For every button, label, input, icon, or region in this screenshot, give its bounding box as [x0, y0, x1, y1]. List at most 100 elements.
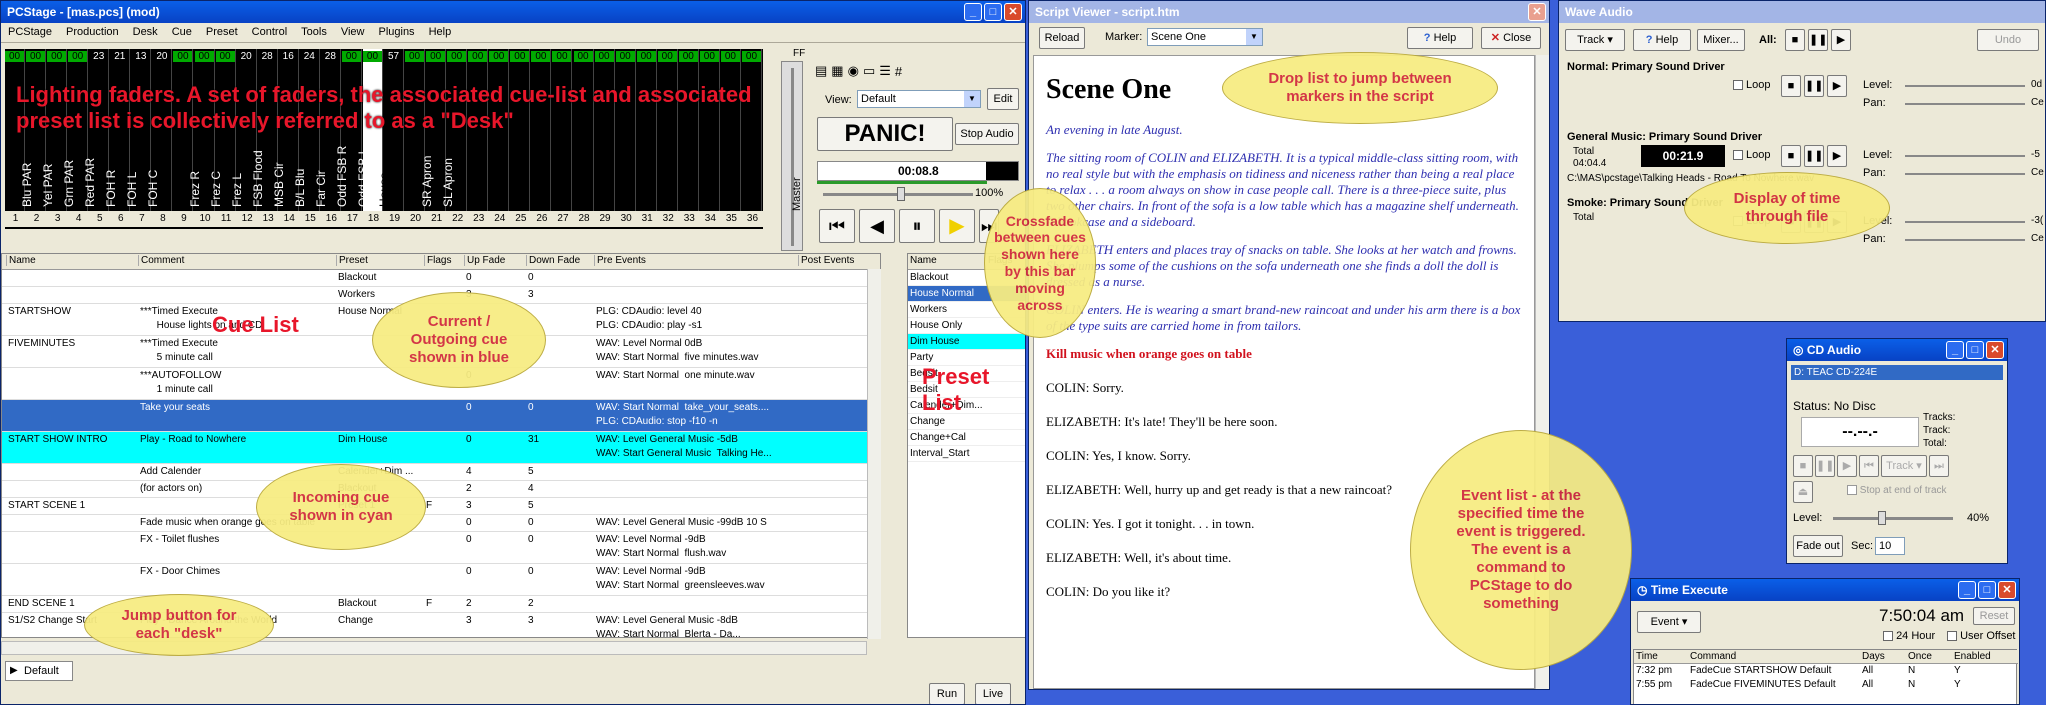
menu-item-help[interactable]: Help: [422, 23, 459, 42]
minimize-icon[interactable]: _: [1946, 341, 1964, 359]
maximize-icon[interactable]: □: [1978, 581, 1996, 599]
cue-row[interactable]: START SHOW INTRO Play - Road to Nowhere Di…: [2, 432, 868, 464]
event-button[interactable]: Event ▾: [1637, 611, 1701, 633]
next-track-icon[interactable]: ⏭: [1929, 455, 1949, 477]
close-icon[interactable]: ✕: [1986, 341, 2004, 359]
cue-column-header[interactable]: Post Events: [798, 255, 868, 266]
minimize-icon[interactable]: _: [964, 3, 982, 21]
help-button[interactable]: ? Help: [1407, 27, 1473, 49]
loop-checkbox[interactable]: Loop: [1733, 149, 1770, 161]
chevron-down-icon[interactable]: ▼: [964, 91, 980, 107]
menu-item-cue[interactable]: Cue: [165, 23, 199, 42]
reload-button[interactable]: Reload: [1039, 27, 1085, 49]
window-icon[interactable]: ▭: [863, 63, 875, 79]
preset-row[interactable]: Dim House: [908, 334, 1025, 350]
loop-checkbox[interactable]: Loop: [1733, 79, 1770, 91]
cue-column-header[interactable]: Up Fade: [464, 255, 524, 266]
fade-out-button[interactable]: Fade out: [1793, 535, 1843, 557]
cue-row[interactable]: Fade music when orange goes on table 0 0 WA…: [2, 515, 868, 532]
pan-slider[interactable]: [1905, 239, 2025, 241]
maximize-icon[interactable]: □: [1966, 341, 1984, 359]
minimize-icon[interactable]: _: [1958, 581, 1976, 599]
event-column-header[interactable]: Time: [1636, 651, 1658, 662]
cue-column-header[interactable]: Preset: [336, 255, 422, 266]
menu-item-preset[interactable]: Preset: [199, 23, 245, 42]
maximize-icon[interactable]: □: [984, 3, 1002, 21]
cd-track-button[interactable]: Track ▾: [1881, 455, 1927, 477]
eject-icon[interactable]: ⏏: [1793, 481, 1813, 503]
previous-track-icon[interactable]: ⏮: [1859, 455, 1879, 477]
pause-icon[interactable]: ❚❚: [1804, 145, 1824, 167]
cue-row[interactable]: FX - Toilet flushes 0 0 WAV: Level Normal -…: [2, 532, 868, 564]
fixture-icon[interactable]: ▦: [831, 63, 843, 79]
cd-drive-select[interactable]: D: TEAC CD-224E: [1791, 365, 2003, 380]
cue-row[interactable]: Blackout 0 0: [2, 270, 868, 287]
event-column-header[interactable]: Command: [1690, 651, 1736, 662]
go-icon[interactable]: ▶: [939, 209, 975, 243]
event-row[interactable]: 7:55 pm FadeCue FIVEMINUTES Default All N Y: [1634, 678, 2018, 692]
menu-item-plugins[interactable]: Plugins: [371, 23, 421, 42]
preset-column-header[interactable]: Name: [910, 255, 937, 266]
play-icon[interactable]: ▶: [1831, 29, 1851, 51]
eye-icon[interactable]: ◉: [848, 63, 859, 79]
pan-slider[interactable]: [1905, 173, 2025, 175]
previous-cue-icon[interactable]: ◀: [859, 209, 895, 243]
play-icon[interactable]: ▶: [1827, 145, 1847, 167]
grid-icon[interactable]: #: [895, 64, 902, 79]
pause-icon[interactable]: ❚❚: [1804, 75, 1824, 97]
menu-item-desk[interactable]: Desk: [126, 23, 165, 42]
play-icon[interactable]: ▶: [1827, 75, 1847, 97]
event-row[interactable]: 7:32 pm FadeCue STARTSHOW Default All N Y: [1634, 664, 2018, 678]
level-slider[interactable]: [1905, 85, 2025, 87]
pan-slider[interactable]: [1905, 103, 2025, 105]
cue-column-header[interactable]: Name: [6, 255, 136, 266]
event-column-header[interactable]: Days: [1862, 651, 1885, 662]
stop-icon[interactable]: ■: [1781, 145, 1801, 167]
mixer-button[interactable]: Mixer...: [1697, 29, 1745, 51]
menu-item-pcstage[interactable]: PCStage: [1, 23, 59, 42]
pause-icon[interactable]: ❚❚: [1815, 455, 1835, 477]
reset-button[interactable]: Reset: [1973, 607, 2015, 625]
sec-input[interactable]: 10: [1875, 537, 1905, 555]
event-column-header[interactable]: Once: [1908, 651, 1932, 662]
menu-item-view[interactable]: View: [334, 23, 372, 42]
close-icon[interactable]: ✕: [1528, 3, 1546, 21]
cue-row[interactable]: (for actors on)Blackout24: [2, 481, 868, 498]
stop-icon[interactable]: ■: [1781, 75, 1801, 97]
live-button[interactable]: Live: [975, 683, 1011, 704]
preset-row[interactable]: Change: [908, 414, 1025, 430]
script-titlebar[interactable]: Script Viewer - script.htm ✕: [1029, 1, 1549, 23]
stop-end-checkbox[interactable]: Stop at end of track: [1847, 485, 1947, 496]
h24-checkbox[interactable]: 24 Hour: [1883, 630, 1935, 642]
run-button[interactable]: Run: [929, 683, 965, 704]
cue-row[interactable]: Add CalenderCalender+Dim ...45: [2, 464, 868, 481]
event-column-header[interactable]: Enabled: [1954, 651, 1991, 662]
time-titlebar[interactable]: ◷ Time Execute _ □ ✕: [1631, 579, 2019, 601]
stop-audio-button[interactable]: Stop Audio: [955, 123, 1019, 145]
play-icon[interactable]: ▶: [1837, 455, 1857, 477]
menu-item-production[interactable]: Production: [59, 23, 126, 42]
pcstage-titlebar[interactable]: PCStage - [mas.pcs] (mod) _ □ ✕: [1, 1, 1025, 23]
close-button[interactable]: ✕ Close: [1481, 27, 1541, 49]
cue-row[interactable]: FX - Door Chimes 0 0 WAV: Level Normal -9dB…: [2, 564, 868, 596]
event-list[interactable]: Time Command Days Once Enabled 7:32 pm FadeCu…: [1633, 649, 2018, 704]
cd-level-thumb[interactable]: [1877, 511, 1886, 525]
close-icon[interactable]: ✕: [1004, 3, 1022, 21]
offset-checkbox[interactable]: User Offset: [1947, 630, 2016, 642]
level-slider[interactable]: [1905, 155, 2025, 157]
cue-column-header[interactable]: Flags: [424, 255, 464, 266]
track-dropdown-button[interactable]: Track ▾: [1565, 29, 1625, 51]
close-icon[interactable]: ✕: [1998, 581, 2016, 599]
edit-button[interactable]: Edit: [987, 88, 1019, 110]
cue-column-header[interactable]: Pre Events: [594, 255, 798, 266]
wave-help-button[interactable]: ? Help: [1633, 29, 1691, 51]
view-select[interactable]: Default ▼: [857, 90, 981, 108]
panic-button[interactable]: PANIC!: [817, 117, 953, 151]
wave-titlebar[interactable]: Wave Audio: [1559, 1, 2045, 23]
cd-titlebar[interactable]: ◎ CD Audio _ □ ✕: [1787, 339, 2007, 361]
pause-icon[interactable]: ❚❚: [1808, 29, 1828, 51]
stop-icon[interactable]: ■: [1785, 29, 1805, 51]
undo-button[interactable]: Undo: [1977, 29, 2039, 51]
first-cue-icon[interactable]: ⏮: [819, 209, 855, 243]
preset-row[interactable]: Interval_Start: [908, 446, 1025, 462]
